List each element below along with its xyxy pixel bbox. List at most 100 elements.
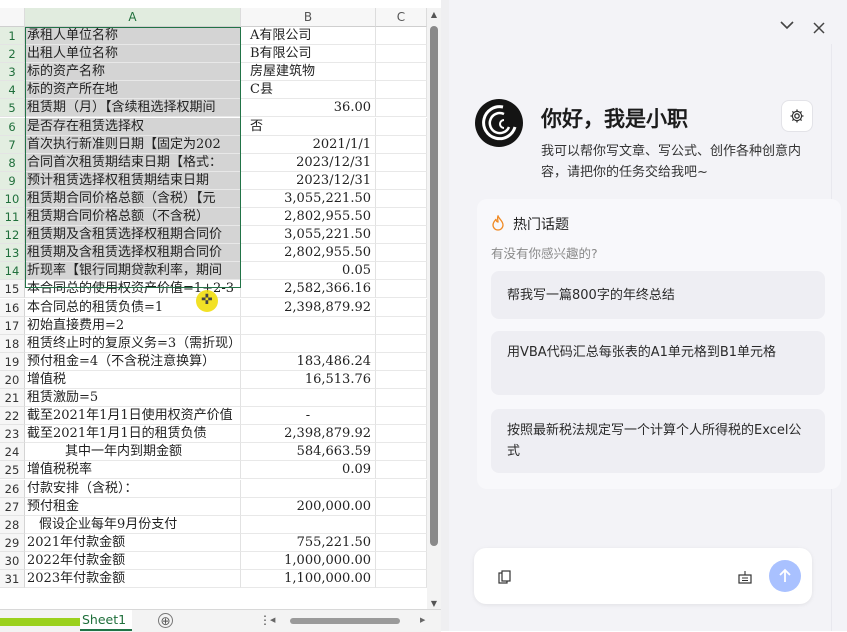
topic-suggestion[interactable]: 帮我写一篇800字的年终总结 xyxy=(491,271,825,319)
cell-c[interactable] xyxy=(376,226,427,244)
cell-b[interactable]: 16,513.76 xyxy=(241,371,376,389)
cell-a[interactable]: 假设企业每年9月份支付 xyxy=(25,516,241,534)
topic-suggestion[interactable]: 按照最新税法规定写一个计算个人所得税的Excel公式 xyxy=(491,409,825,473)
cell-c[interactable] xyxy=(376,443,427,461)
row-number[interactable]: 14 xyxy=(0,262,25,280)
cell-a[interactable]: 截至2021年1月1日使用权资产价值 xyxy=(25,407,241,425)
cell-b[interactable]: 0.05 xyxy=(241,262,376,280)
cell-a[interactable]: 是否存在租赁选择权 xyxy=(25,118,241,136)
row-number[interactable]: 31 xyxy=(0,570,25,588)
cell-b[interactable]: 1,100,000.00 xyxy=(241,570,376,588)
cell-b[interactable]: 2,398,879.92 xyxy=(241,299,376,317)
cell-c[interactable] xyxy=(376,371,427,389)
row-number[interactable]: 2 xyxy=(0,45,25,63)
cell-a[interactable]: 2021年付款金额 xyxy=(25,534,241,552)
cell-b[interactable] xyxy=(241,389,376,407)
cell-c[interactable] xyxy=(376,208,427,226)
vertical-scrollbar[interactable]: ▲ ▼ xyxy=(427,8,441,611)
cell-a[interactable]: 标的资产所在地 xyxy=(25,81,241,99)
send-button[interactable] xyxy=(769,560,801,592)
row-number[interactable]: 18 xyxy=(0,335,25,353)
cell-b[interactable]: 3,055,221.50 xyxy=(241,226,376,244)
cell-a[interactable]: 出租人单位名称 xyxy=(25,45,241,63)
row-number[interactable]: 21 xyxy=(0,389,25,407)
cell-c[interactable] xyxy=(376,534,427,552)
cell-a[interactable]: 其中一年内到期金额 xyxy=(25,443,241,461)
horizontal-scroll-thumb[interactable] xyxy=(290,618,400,624)
cell-c[interactable] xyxy=(376,335,427,353)
scroll-up-arrow-icon[interactable]: ▲ xyxy=(427,8,441,22)
table-row[interactable]: 24 其中一年内到期金额 584,663.59 xyxy=(0,443,427,461)
cell-a[interactable]: 租赁激励=5 xyxy=(25,389,241,407)
pane-divider[interactable] xyxy=(441,0,449,631)
cell-c[interactable] xyxy=(376,570,427,588)
cell-b[interactable] xyxy=(241,317,376,335)
add-sheet-icon[interactable]: ⊕ xyxy=(158,613,173,628)
table-row[interactable]: 30 2022年付款金额 1,000,000.00 xyxy=(0,552,427,570)
cell-c[interactable] xyxy=(376,407,427,425)
row-number[interactable]: 7 xyxy=(0,136,25,154)
cell-c[interactable] xyxy=(376,299,427,317)
row-number[interactable]: 8 xyxy=(0,154,25,172)
topic-suggestion[interactable]: 用VBA代码汇总每张表的A1单元格到B1单元格 xyxy=(491,331,825,395)
vertical-scroll-thumb[interactable] xyxy=(430,26,438,546)
cell-a[interactable]: 租赁期及含租赁选择权租期合同价 xyxy=(25,244,241,262)
table-row[interactable]: 5 租赁期（月）【含续租选择权期间 36.00 xyxy=(0,99,427,117)
row-number[interactable]: 23 xyxy=(0,425,25,443)
cell-a[interactable]: 租赁终止时的复原义务=3（需折现） xyxy=(25,335,241,353)
cell-b[interactable]: 0.09 xyxy=(241,461,376,479)
cell-b[interactable] xyxy=(241,335,376,353)
column-header-b[interactable]: B xyxy=(241,8,376,27)
table-row[interactable]: 14 折现率【银行同期贷款利率，期间 0.05 xyxy=(0,262,427,280)
settings-button[interactable] xyxy=(781,100,813,132)
attach-file-icon[interactable] xyxy=(498,570,512,584)
cell-c[interactable] xyxy=(376,552,427,570)
cell-b[interactable]: 1,000,000.00 xyxy=(241,552,376,570)
table-row[interactable]: 29 2021年付款金额 755,221.50 xyxy=(0,534,427,552)
keyboard-icon[interactable] xyxy=(738,570,752,584)
table-row[interactable]: 7 首次执行新准则日期【固定为202 2021/1/1 xyxy=(0,136,427,154)
cell-b[interactable]: 183,486.24 xyxy=(241,353,376,371)
cell-a[interactable]: 2023年付款金额 xyxy=(25,570,241,588)
row-number[interactable]: 16 xyxy=(0,299,25,317)
cell-a[interactable]: 标的资产名称 xyxy=(25,63,241,81)
cell-a[interactable]: 租赁期合同价格总额（不含税） xyxy=(25,208,241,226)
row-number[interactable]: 11 xyxy=(0,208,25,226)
cell-b[interactable] xyxy=(241,516,376,534)
cell-c[interactable] xyxy=(376,461,427,479)
table-row[interactable]: 13 租赁期及含租赁选择权租期合同价 2,802,955.50 xyxy=(0,244,427,262)
cell-a[interactable]: 预付租金 xyxy=(25,498,241,516)
column-header-a[interactable]: A xyxy=(25,8,241,27)
table-row[interactable]: 8 合同首次租赁期结束日期【格式： 2023/12/31 xyxy=(0,154,427,172)
table-row[interactable]: 11 租赁期合同价格总额（不含税） 2,802,955.50 xyxy=(0,208,427,226)
row-number[interactable]: 1 xyxy=(0,27,25,45)
table-row[interactable]: 17 初始直接费用=2 xyxy=(0,317,427,335)
cell-b[interactable]: 2021/1/1 xyxy=(241,136,376,154)
row-number[interactable]: 28 xyxy=(0,516,25,534)
row-number[interactable]: 12 xyxy=(0,226,25,244)
table-row[interactable]: 22 截至2021年1月1日使用权资产价值 - xyxy=(0,407,427,425)
row-number[interactable]: 10 xyxy=(0,190,25,208)
table-row[interactable]: 21 租赁激励=5 xyxy=(0,389,427,407)
cell-b[interactable]: 2023/12/31 xyxy=(241,154,376,172)
table-row[interactable]: 3 标的资产名称 房屋建筑物 xyxy=(0,63,427,81)
tab-sheet1[interactable]: Sheet1 xyxy=(80,610,132,631)
cell-c[interactable] xyxy=(376,172,427,190)
cell-a[interactable]: 承租人单位名称 xyxy=(25,27,241,45)
cell-b[interactable]: 200,000.00 xyxy=(241,498,376,516)
cell-b[interactable]: 3,055,221.50 xyxy=(241,190,376,208)
cell-c[interactable] xyxy=(376,81,427,99)
table-row[interactable]: 19 预付租金=4（不含税注意换算） 183,486.24 xyxy=(0,353,427,371)
cell-a[interactable]: 预计租赁选择权租赁期结束日期 xyxy=(25,172,241,190)
cell-b[interactable]: 2,802,955.50 xyxy=(241,208,376,226)
scroll-right-arrow-icon[interactable]: ▶ xyxy=(420,616,425,624)
cell-b[interactable]: 584,663.59 xyxy=(241,443,376,461)
row-number[interactable]: 4 xyxy=(0,81,25,99)
cell-c[interactable] xyxy=(376,27,427,45)
select-all-corner[interactable] xyxy=(0,8,25,27)
cell-a[interactable]: 2022年付款金额 xyxy=(25,552,241,570)
horizontal-scrollbar[interactable]: ◀ ▶ xyxy=(270,616,430,626)
cell-b[interactable]: 36.00 xyxy=(241,99,376,117)
cell-a[interactable]: 租赁期及含租赁选择权租期合同价 xyxy=(25,226,241,244)
cell-b[interactable]: 否 xyxy=(241,118,376,136)
